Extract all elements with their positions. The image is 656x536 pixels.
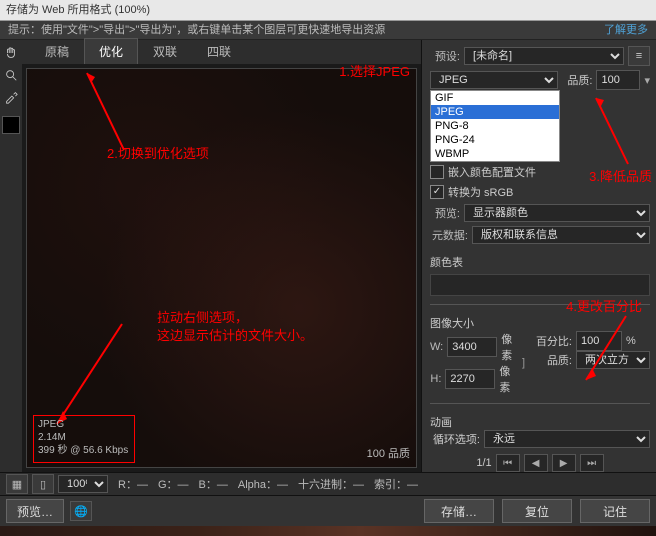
loop-label: 循环选项: [430,431,480,447]
tool-column [0,40,22,472]
foreground-swatch[interactable] [2,116,20,134]
grid-toggle-icon[interactable]: ▦ [6,474,28,494]
zoom-tool-icon[interactable] [2,66,20,84]
metadata-select[interactable]: 版权和联系信息 [472,226,650,244]
left-panel: 原稿 优化 双联 四联 1.选择JPEG 2.切换到优化选项 拉动右侧选项， 这… [22,40,422,472]
info-size: 2.14M [38,431,130,444]
dialog-footer: 预览… 🌐 存储… 复位 记住 [0,495,656,526]
view-tabs: 原稿 优化 双联 四联 [22,40,421,64]
pager-prev-icon[interactable]: ◀ [524,454,548,472]
preview-quality-readout: 100 品质 [367,445,410,461]
b-readout: B：— [199,476,228,492]
tab-4up[interactable]: 四联 [192,38,246,64]
image-preview[interactable]: 1.选择JPEG 2.切换到优化选项 拉动右侧选项， 这边显示估计的文件大小。 … [26,68,417,468]
tab-optimized[interactable]: 优化 [84,38,138,64]
eyedropper-tool-icon[interactable] [2,88,20,106]
status-bar: ▦ ▯ 100% R：— G：— B：— Alpha：— 十六进制：— 索引：— [0,472,656,495]
tab-2up[interactable]: 双联 [138,38,192,64]
h-label: H: [430,373,441,385]
tip-text: 提示：使用"文件">"导出">"导出为"，或右键单击某个图层可更快速地导出资源 [8,21,385,39]
preview-color-label: 预览: [430,205,460,221]
file-info-box: JPEG 2.14M 399 秒 @ 56.6 Kbps [33,415,135,463]
hex-readout: 十六进制：— [298,476,364,492]
preset-label: 预设: [430,48,460,64]
r-readout: R：— [118,476,148,492]
preset-menu-icon[interactable]: ≡ [628,46,650,66]
preview-button[interactable]: 预览… [6,499,64,523]
width-input[interactable] [447,337,497,357]
h-unit: 像素 [499,363,515,395]
format-opt-gif[interactable]: GIF [431,91,559,105]
percent-label: 百分比: [532,333,572,349]
title-bar: 存储为 Web 所用格式 (100%) [0,0,656,21]
settings-panel: 预设: [未命名] ≡ JPEG GIF JPEG PNG-8 PNG-24 W… [422,40,656,472]
preview-color-select[interactable]: 显示器颜色 [464,204,650,222]
learn-more-link[interactable]: 了解更多 [604,21,648,39]
resample-label: 品质: [532,352,572,368]
slice-toggle-icon[interactable]: ▯ [32,474,54,494]
color-table-title: 颜色表 [430,254,650,270]
metadata-label: 元数据: [430,227,468,243]
save-button[interactable]: 存储… [424,499,494,523]
w-label: W: [430,341,443,353]
tab-original[interactable]: 原稿 [30,38,84,64]
embed-profile-label: 嵌入颜色配置文件 [448,164,536,180]
pager-first-icon[interactable]: ⏮ [496,454,520,472]
reset-button[interactable]: 复位 [502,499,572,523]
convert-srgb-checkbox[interactable] [430,185,444,199]
convert-srgb-label: 转换为 sRGB [448,184,513,200]
embed-profile-checkbox[interactable] [430,165,444,179]
alpha-readout: Alpha：— [238,476,288,492]
zoom-select[interactable]: 100% [58,475,108,493]
percent-unit: % [626,335,636,347]
percent-input[interactable] [576,331,622,351]
loop-select[interactable]: 永远 [484,430,650,448]
page-indicator: 1/1 [476,457,491,469]
info-time: 399 秒 @ 56.6 Kbps [38,444,130,457]
w-unit: 像素 [501,331,515,363]
remember-button[interactable]: 记住 [580,499,650,523]
format-opt-jpeg[interactable]: JPEG [431,105,559,119]
preset-select[interactable]: [未命名] [464,47,624,65]
pager-next-icon[interactable]: ▶ [552,454,576,472]
hand-tool-icon[interactable] [2,44,20,62]
background-photo-strip [0,526,656,536]
image-size-title: 图像大小 [430,315,650,331]
pager-last-icon[interactable]: ⏭ [580,454,604,472]
format-opt-wbmp[interactable]: WBMP [431,147,559,161]
quality-dropdown-icon[interactable]: ▾ [644,74,650,87]
format-dropdown[interactable]: GIF JPEG PNG-8 PNG-24 WBMP [430,90,560,162]
animation-pager: 1/1 ⏮ ◀ ▶ ⏭ [430,454,650,472]
format-opt-png8[interactable]: PNG-8 [431,119,559,133]
quality-input[interactable] [596,70,640,90]
height-input[interactable] [445,369,495,389]
link-bracket-icon[interactable]: ] [519,331,528,395]
animation-section: 动画 循环选项: 永远 1/1 ⏮ ◀ ▶ ⏭ [430,403,650,472]
info-format: JPEG [38,418,130,431]
quality-label: 品质: [562,72,592,88]
animation-title: 动画 [430,414,650,430]
index-readout: 索引：— [374,476,418,492]
format-opt-png24[interactable]: PNG-24 [431,133,559,147]
g-readout: G：— [158,476,189,492]
preview-content [27,69,416,467]
browser-preview-icon[interactable]: 🌐 [70,501,92,521]
color-table-area [430,274,650,296]
image-size-section: 图像大小 W: 像素 H: 像素 ] [430,304,650,395]
format-select[interactable]: JPEG [430,71,558,89]
resample-select[interactable]: 两次立方 [576,351,650,369]
